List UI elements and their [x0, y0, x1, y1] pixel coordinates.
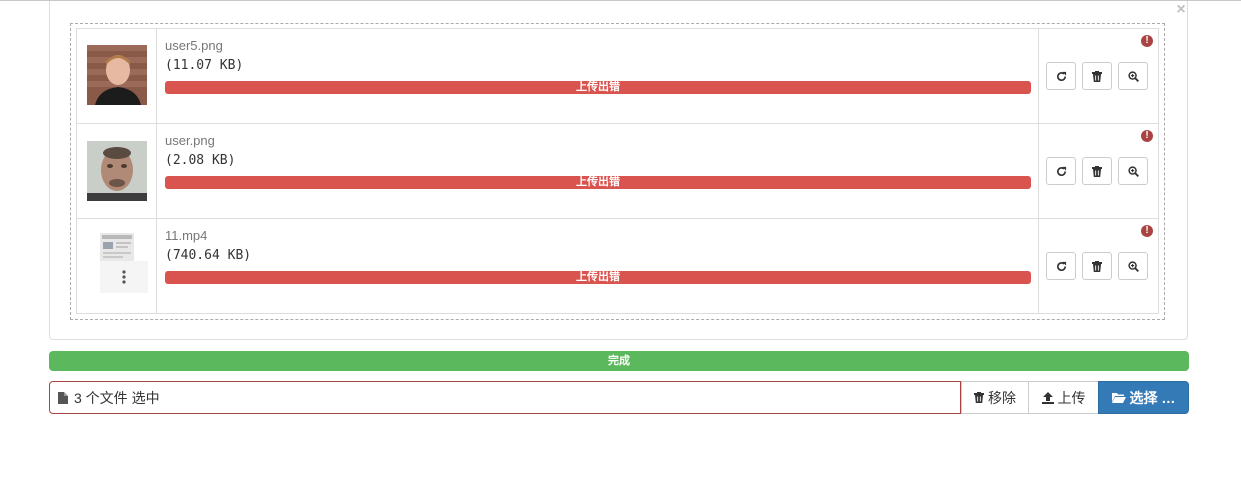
file-size: (2.08 KB) [165, 153, 236, 168]
file-preview-frame: 11.mp4 (740.64 KB) 上传出错 ! [76, 218, 1159, 314]
file-info: user5.png (11.07 KB) 上传出错 [165, 37, 1031, 94]
close-icon[interactable]: × [1173, 2, 1189, 18]
upload-label: 上传 [1057, 389, 1086, 406]
file-size: (740.64 KB) [165, 248, 252, 263]
browse-label: 选择 … [1129, 389, 1176, 406]
upload-error-bar: 上传出错 [165, 81, 1031, 94]
trash-icon [1092, 165, 1102, 177]
trash-icon [1092, 70, 1102, 82]
file-actions: ! [1038, 124, 1158, 218]
zoom-button[interactable] [1118, 62, 1148, 90]
error-icon: ! [1141, 225, 1153, 237]
retry-button[interactable] [1046, 157, 1076, 185]
more-vertical-icon [122, 270, 126, 284]
file-icon [58, 391, 68, 404]
file-preview-frame: user.png (2.08 KB) 上传出错 ! [76, 123, 1159, 219]
overall-progress-bar: 完成 [49, 351, 1189, 371]
file-info: 11.mp4 (740.64 KB) 上传出错 [165, 227, 1031, 284]
zoom-button[interactable] [1118, 252, 1148, 280]
file-thumbnail[interactable] [100, 233, 134, 261]
file-name: user.png [165, 133, 215, 148]
browse-button[interactable]: 选择 … [1098, 381, 1189, 414]
zoom-in-icon [1127, 260, 1139, 272]
upload-button[interactable]: 上传 [1028, 381, 1099, 414]
thumbnail-cell [77, 219, 157, 313]
file-name: user5.png [165, 38, 223, 53]
file-thumbnail[interactable] [87, 45, 147, 105]
thumbnail-cell [77, 29, 157, 123]
delete-button[interactable] [1082, 252, 1112, 280]
retry-button[interactable] [1046, 62, 1076, 90]
upload-icon [1041, 391, 1054, 404]
retry-icon [1056, 261, 1066, 271]
file-name: 11.mp4 [165, 228, 208, 243]
file-actions: ! [1038, 29, 1158, 123]
retry-icon [1056, 166, 1066, 176]
delete-button[interactable] [1082, 157, 1112, 185]
remove-button[interactable]: 移除 [961, 381, 1029, 414]
zoom-in-icon [1127, 165, 1139, 177]
caption-text: 3 个文件 选中 [74, 389, 160, 406]
zoom-button[interactable] [1118, 157, 1148, 185]
file-size: (11.07 KB) [165, 58, 244, 73]
trash-icon [974, 392, 984, 403]
remove-label: 移除 [988, 389, 1016, 406]
retry-icon [1056, 71, 1066, 81]
error-icon: ! [1141, 130, 1153, 142]
thumbnail-cell [77, 124, 157, 218]
upload-error-bar: 上传出错 [165, 176, 1031, 189]
upload-error-bar: 上传出错 [165, 271, 1031, 284]
error-icon: ! [1141, 35, 1153, 47]
trash-icon [1092, 260, 1102, 272]
retry-button[interactable] [1046, 252, 1076, 280]
file-preview-frame: user5.png (11.07 KB) 上传出错 ! [76, 28, 1159, 124]
delete-button[interactable] [1082, 62, 1112, 90]
zoom-in-icon [1127, 70, 1139, 82]
file-thumbnail[interactable] [87, 141, 147, 201]
file-button-group: 移除 上传 选择 … [961, 381, 1189, 414]
file-actions: ! [1038, 219, 1158, 313]
file-info: user.png (2.08 KB) 上传出错 [165, 132, 1031, 189]
file-caption[interactable]: 3 个文件 选中 [49, 381, 961, 414]
folder-open-icon [1111, 393, 1126, 403]
video-more-menu[interactable] [100, 261, 148, 293]
